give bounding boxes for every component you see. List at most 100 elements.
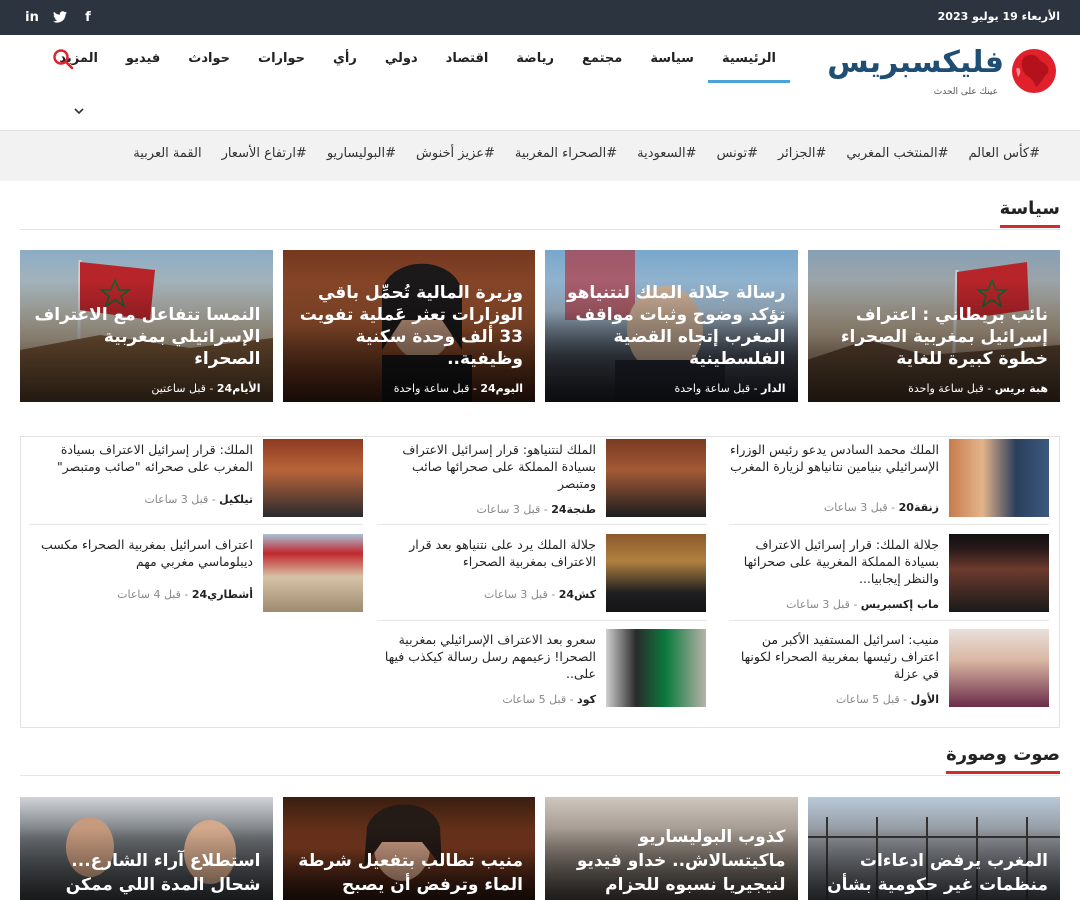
list-item[interactable]: الملك لنتنياهو: قرار إسرائيل الاعتراف بس…	[382, 437, 716, 517]
list-item[interactable]: الملك محمد السادس يدعو رئيس الوزراء الإس…	[725, 437, 1059, 517]
card-meta: الأيام24 - قبل ساعتين	[151, 382, 261, 395]
list-item-meta: ماب إكسبريس - قبل 3 ساعات	[786, 598, 939, 611]
tag-link[interactable]: #المنتخب المغربي	[836, 146, 958, 161]
article-thumbnail	[949, 629, 1049, 707]
feature-card[interactable]: كذوب البوليساريو ماكيتسالاش.. خداو فيديو…	[545, 797, 798, 900]
facebook-icon[interactable]: f	[80, 9, 96, 25]
article-thumbnail	[606, 629, 706, 707]
main-nav: الرئيسية سياسة مجتمع رياضة اقتصاد دولي ر…	[45, 49, 790, 118]
list-item-title: الملك محمد السادس يدعو رئيس الوزراء الإس…	[729, 442, 939, 474]
card-title: النمسا تتفاعل مع الاعتراف الإسرائيلي بمغ…	[34, 305, 261, 369]
list-item-meta: كش24 - قبل 3 ساعات	[484, 588, 596, 601]
list-item-title: سعرو بعد الاعتراف الإسرائيلي بمغربية الص…	[384, 632, 596, 681]
list-item-title: الملك: قرار إسرائيل الاعتراف بسيادة المغ…	[56, 442, 253, 474]
nav-item-home[interactable]: الرئيسية	[707, 49, 790, 83]
list-item[interactable]: سعرو بعد الاعتراف الإسرائيلي بمغربية الص…	[382, 627, 716, 707]
list-item[interactable]: اعتراف اسرائيل بمغربية الصحراء مكسب ديبل…	[39, 532, 373, 612]
list-item[interactable]: منيب: اسرائيل المستفيد الأكبر من اعتراف …	[725, 627, 1059, 707]
nav-item-interviews[interactable]: حوارات	[244, 49, 319, 83]
globe-logo-icon	[1012, 49, 1056, 93]
tag-link[interactable]: القمة العربية	[123, 146, 211, 161]
list-item-title: جلالة الملك: قرار إسرائيل الاعتراف بسياد…	[743, 537, 939, 586]
politics-feature-cards: نائب بريطاني : اعتراف إسرائيل بمغربية ال…	[20, 250, 1060, 402]
feature-card[interactable]: منيب تطالب بتفعيل شرطة الماء وترفض أن يص…	[282, 797, 535, 900]
article-thumbnail	[263, 534, 363, 612]
nav-item-incidents[interactable]: حوادث	[174, 49, 244, 83]
list-item-meta: طنجة24 - قبل 3 ساعات	[476, 503, 596, 516]
article-thumbnail	[263, 439, 363, 517]
section-header-politics: سياسة	[20, 194, 1060, 230]
card-title: المغرب يرفض ادعاءات منظمات غير حكومية بش…	[827, 851, 1048, 900]
nav-item-society[interactable]: مجتمع	[568, 49, 636, 83]
card-title: كذوب البوليساريو ماكيتسالاش.. خداو فيديو…	[576, 827, 786, 900]
logo-tagline: عينك على الحدث	[933, 87, 998, 97]
list-item-title: منيب: اسرائيل المستفيد الأكبر من اعتراف …	[740, 632, 939, 681]
card-time: قبل ساعة واحدة	[674, 382, 751, 395]
tag-link[interactable]: #ارتفاع الأسعار	[212, 146, 317, 161]
current-date: الأربعاء 19 يوليو 2023	[937, 10, 1060, 23]
card-title: استطلاع آراء الشارع... شحال المدة اللي م…	[65, 851, 261, 900]
card-title: نائب بريطاني : اعتراف إسرائيل بمغربية ال…	[840, 305, 1048, 369]
tag-link[interactable]: #الجزائر	[768, 146, 836, 161]
article-thumbnail	[606, 439, 706, 517]
top-bar: الأربعاء 19 يوليو 2023 in f	[0, 0, 1080, 35]
tag-link[interactable]: #السعودية	[627, 146, 706, 161]
list-item[interactable]: جلالة الملك: قرار إسرائيل الاعتراف بسياد…	[725, 532, 1059, 612]
tags-list: #كأس العالم #المنتخب المغربي #الجزائر #ت…	[123, 146, 1050, 161]
chevron-down-icon	[59, 105, 98, 118]
list-item-title: جلالة الملك يرد على نتنياهو بعد قرار الا…	[409, 537, 596, 569]
list-item-meta: أشطاري24 - قبل 4 ساعات	[117, 588, 253, 601]
nav-item-opinion[interactable]: رأي	[319, 49, 371, 83]
section-title[interactable]: صوت وصورة	[946, 744, 1060, 774]
article-thumbnail	[606, 534, 706, 612]
section-header-media: صوت وصورة	[20, 740, 1060, 776]
trending-tags-bar: #كأس العالم #المنتخب المغربي #الجزائر #ت…	[0, 131, 1080, 181]
card-title: وزيرة المالية تُحمِّل باقي الوزارات تعثر…	[299, 283, 523, 369]
section-title[interactable]: سياسة	[999, 198, 1060, 228]
social-links: in f	[24, 9, 96, 25]
list-item-title: اعتراف اسرائيل بمغربية الصحراء مكسب ديبل…	[40, 537, 253, 569]
search-icon[interactable]	[52, 48, 74, 70]
feature-card[interactable]: نائب بريطاني : اعتراف إسرائيل بمغربية ال…	[807, 250, 1060, 402]
card-time: قبل ساعة واحدة	[393, 382, 470, 395]
nav-item-sports[interactable]: رياضة	[502, 49, 568, 83]
tag-link[interactable]: #عزيز أخنوش	[406, 146, 505, 161]
list-item-meta: الأول - قبل 5 ساعات	[835, 693, 939, 706]
card-source: اليوم24	[480, 382, 523, 395]
article-thumbnail	[949, 534, 1049, 612]
card-time: قبل ساعتين	[151, 382, 206, 395]
card-source: الدار	[761, 382, 786, 395]
politics-article-list: الملك محمد السادس يدعو رئيس الوزراء الإس…	[20, 436, 1060, 728]
feature-card[interactable]: استطلاع آراء الشارع... شحال المدة اللي م…	[20, 797, 273, 900]
tag-link[interactable]: #كأس العالم	[959, 146, 1050, 161]
feature-card[interactable]: رسالة جلالة الملك لنتنياهو تؤكد وضوح وثب…	[545, 250, 798, 402]
twitter-icon[interactable]	[52, 9, 68, 25]
tag-link[interactable]: #البوليساريو	[317, 146, 406, 161]
card-meta: الدار - قبل ساعة واحدة	[674, 382, 786, 395]
list-item-meta: كود - قبل 5 ساعات	[502, 693, 596, 706]
linkedin-icon[interactable]: in	[24, 9, 40, 25]
list-item-meta: زنقة20 - قبل 3 ساعات	[823, 501, 939, 514]
site-header: فليكسبريس عينك على الحدث الرئيسية سياسة …	[0, 35, 1080, 131]
card-meta: هبة بريس - قبل ساعة واحدة	[908, 382, 1048, 395]
nav-item-economy[interactable]: اقتصاد	[432, 49, 503, 83]
card-source: هبة بريس	[994, 382, 1048, 395]
list-item-title: الملك لنتنياهو: قرار إسرائيل الاعتراف بس…	[402, 442, 596, 491]
card-source: الأيام24	[216, 382, 261, 395]
list-item[interactable]: الملك: قرار إسرائيل الاعتراف بسيادة المغ…	[39, 437, 373, 517]
feature-card[interactable]: وزيرة المالية تُحمِّل باقي الوزارات تعثر…	[282, 250, 535, 402]
nav-item-video[interactable]: فيديو	[112, 49, 174, 83]
feature-card[interactable]: النمسا تتفاعل مع الاعتراف الإسرائيلي بمغ…	[20, 250, 273, 402]
media-feature-cards: المغرب يرفض ادعاءات منظمات غير حكومية بش…	[20, 797, 1060, 900]
card-time: قبل ساعة واحدة	[908, 382, 984, 395]
card-title: منيب تطالب بتفعيل شرطة الماء وترفض أن يص…	[298, 851, 523, 900]
list-item-meta: تيلكيل - قبل 3 ساعات	[144, 493, 253, 506]
tag-link[interactable]: #الصحراء المغربية	[505, 146, 627, 161]
logo-wordmark: فليكسبريس	[827, 45, 1005, 80]
feature-card[interactable]: المغرب يرفض ادعاءات منظمات غير حكومية بش…	[807, 797, 1060, 900]
nav-item-politics[interactable]: سياسة	[636, 49, 708, 83]
nav-item-international[interactable]: دولي	[371, 49, 432, 83]
site-logo[interactable]: فليكسبريس عينك على الحدث	[827, 41, 1058, 101]
tag-link[interactable]: #تونس	[707, 146, 768, 161]
list-item[interactable]: جلالة الملك يرد على نتنياهو بعد قرار الا…	[382, 532, 716, 612]
